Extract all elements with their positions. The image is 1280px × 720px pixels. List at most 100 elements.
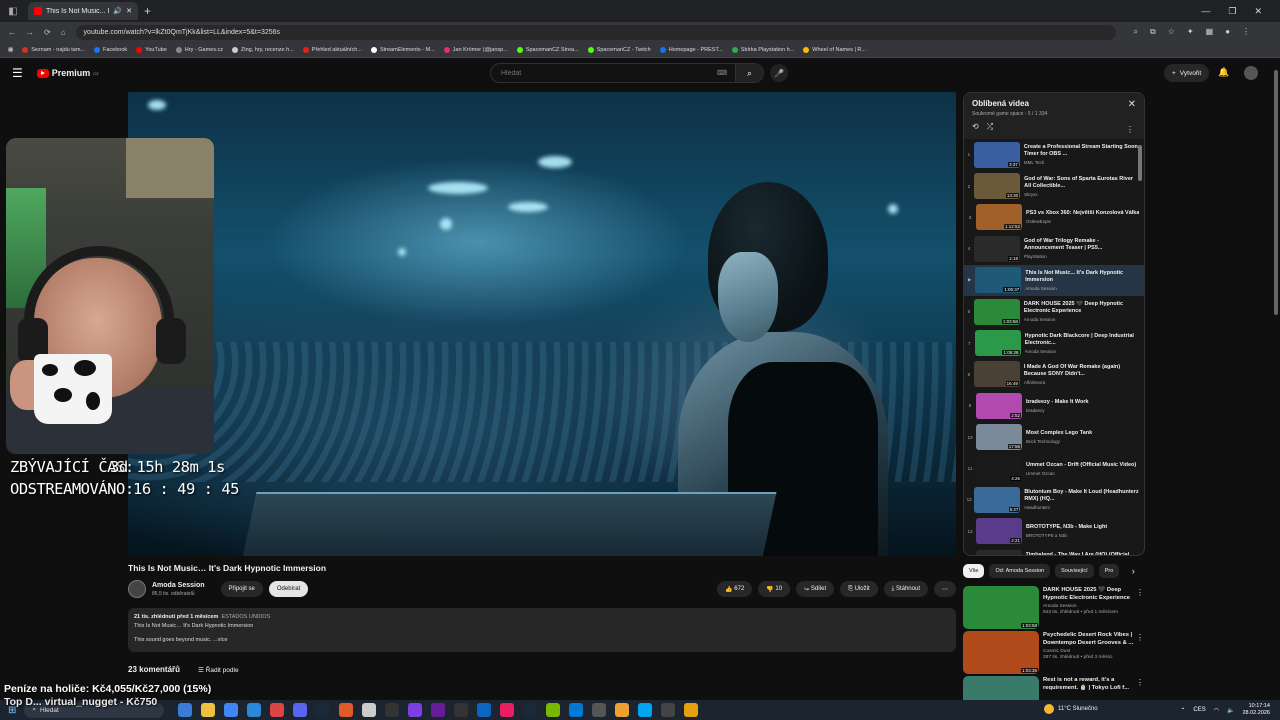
shuffle-icon[interactable]: ⤮: [987, 122, 993, 132]
taskbar-app-icon[interactable]: [362, 703, 377, 717]
home-icon[interactable]: ⌂: [61, 28, 66, 37]
sort-button[interactable]: ☰ Řadit podle: [198, 666, 239, 674]
bookmark-star-icon[interactable]: ☆: [1168, 27, 1175, 37]
playlist-item[interactable]: 3 1:12:52 PS3 vs Xbox 360: Největší Konzol…: [964, 202, 1144, 233]
taskbar-app-icon[interactable]: [592, 703, 607, 717]
like-button[interactable]: 👍 672: [717, 581, 753, 597]
playlist-title[interactable]: Oblíbená videa: [972, 99, 1136, 108]
address-bar[interactable]: youtube.com/watch?v=lkZt0QmTjKk&list=LL&…: [75, 24, 1116, 40]
dislike-button[interactable]: 👎 10: [758, 581, 791, 597]
taskbar-app-icon[interactable]: [385, 703, 400, 717]
zoom-icon[interactable]: ⌕: [1134, 27, 1138, 37]
taskbar-app-icon[interactable]: [454, 703, 469, 717]
taskbar-app-icon[interactable]: [339, 703, 354, 717]
playlist-item[interactable]: ▶ 1:06:37 This Is Not Music... It's Dark H…: [964, 264, 1144, 296]
related-more-icon[interactable]: ⋮: [1136, 633, 1144, 642]
chip-for-you[interactable]: Pro: [1098, 564, 1119, 578]
account-avatar[interactable]: [1244, 66, 1258, 80]
volume-icon[interactable]: 🔈: [1227, 707, 1234, 714]
related-video[interactable]: 1:03:35 Psychedelic Desert Rock Vibes | D…: [963, 631, 1148, 675]
playlist-item[interactable]: 7 1:05:28 Hypnotic Dark Blackcore | Deep I…: [964, 327, 1144, 358]
notifications-bell-icon[interactable]: 🔔: [1218, 67, 1229, 78]
playlist-item[interactable]: 9 2:52 bradeezy - Make It Work bradeezy: [964, 390, 1144, 421]
bookmark-item[interactable]: SpacemanCZ - Twitch: [587, 46, 651, 53]
playlist-scrollbar[interactable]: [1138, 145, 1142, 181]
playlist-item[interactable]: 13 2:21 BROTOTYPE, N3b - Make Light BROTOTY…: [964, 516, 1144, 547]
download-button[interactable]: ⤓ Stáhnout: [883, 581, 928, 597]
microphone-icon[interactable]: 🎤: [770, 64, 788, 82]
taskbar-app-icon[interactable]: [270, 703, 285, 717]
taskbar-app-icon[interactable]: [546, 703, 561, 717]
taskbar-app-icon[interactable]: [477, 703, 492, 717]
minimize-icon[interactable]: —: [1201, 6, 1210, 17]
related-more-icon[interactable]: ⋮: [1136, 678, 1144, 687]
new-tab-button[interactable]: +: [144, 4, 151, 18]
video-player[interactable]: [128, 92, 956, 556]
bookmark-item[interactable]: Přehled aktuálních...: [302, 46, 362, 53]
page-scrollbar[interactable]: [1274, 70, 1278, 315]
taskbar-app-icon[interactable]: [224, 703, 239, 717]
chip-from-channel[interactable]: Od: Amoda Session: [989, 564, 1051, 578]
browser-tab[interactable]: This Is Not Music... It's Dark 🔊 ✕: [28, 2, 138, 20]
taskbar-app-icon[interactable]: [500, 703, 515, 717]
playlist-item[interactable]: 6 1:03:58 DARK HOUSE 2025 🖤 Deep Hypnotic …: [964, 296, 1144, 327]
taskbar-app-icon[interactable]: [178, 703, 193, 717]
extension-icon[interactable]: ✦: [1187, 27, 1194, 37]
taskbar-app-icon[interactable]: [661, 703, 676, 717]
subscribe-button[interactable]: Odebírat: [268, 581, 309, 597]
bookmark-item[interactable]: Homepage - PREST...: [659, 46, 723, 53]
channel-name[interactable]: Amoda Session: [152, 582, 205, 589]
playlist-item[interactable]: 4 2:18 God of War Trilogy Remake - Announc…: [964, 233, 1144, 264]
related-video[interactable]: 1:03:58 DARK HOUSE 2025 🖤 Deep Hypnotic E…: [963, 586, 1148, 630]
chevron-right-icon[interactable]: ›: [1132, 566, 1135, 576]
audio-icon[interactable]: 🔊: [113, 7, 122, 15]
taskbar-app-icon[interactable]: [431, 703, 446, 717]
browser-menu-icon[interactable]: ⋮: [1242, 27, 1250, 37]
taskbar-app-icon[interactable]: [408, 703, 423, 717]
taskbar-app-icon[interactable]: [293, 703, 308, 717]
bookmark-item[interactable]: Seznam - najdu tam...: [22, 46, 85, 53]
playlist-item[interactable]: 8 16:49 I Made A God Of War Remake (again)…: [964, 359, 1144, 390]
tab-close-icon[interactable]: ✕: [126, 7, 132, 15]
search-button[interactable]: ⌕: [735, 64, 763, 82]
description-box[interactable]: 21 tis. zhlédnutí před 1 měsícem ESTADOS…: [128, 608, 956, 652]
playlist-item[interactable]: 12 5:27 Blutonium Boy - Make It Loud (Head…: [964, 484, 1144, 515]
create-button[interactable]: + Vytvořit: [1164, 64, 1210, 82]
taskbar-app-icon[interactable]: [615, 703, 630, 717]
playlist-item[interactable]: 10 17:56 Most Complex Lego Tank Brick Techn…: [964, 422, 1144, 453]
bookmark-item[interactable]: Zing, hry, recenze h...: [232, 46, 294, 53]
profile-icon[interactable]: ●: [1225, 27, 1230, 37]
loop-icon[interactable]: ⟲: [972, 122, 979, 132]
youtube-logo[interactable]: Premium CZ: [36, 68, 99, 78]
back-icon[interactable]: ←: [8, 28, 16, 37]
playlist-more-icon[interactable]: ⋮: [1126, 125, 1134, 134]
puzzle-icon[interactable]: ▦: [1206, 27, 1214, 37]
bookmark-item[interactable]: StreamElements - M...: [370, 46, 435, 53]
taskbar-app-icon[interactable]: [316, 703, 331, 717]
bookmark-item[interactable]: YouTube: [136, 46, 167, 53]
taskbar-clock[interactable]: 10:17:14 28.02.2026: [1242, 703, 1270, 717]
channel-avatar[interactable]: [128, 580, 146, 598]
playlist-item[interactable]: 2 13:30 God of War: Sons of Sparta Eurotas…: [964, 170, 1144, 201]
share-button[interactable]: ↪ Sdílet: [796, 581, 835, 597]
weather-widget[interactable]: 11°C Slunečno: [1044, 704, 1098, 714]
playlist-item[interactable]: 14Timbaland - The Way I Are (HQ) (Offici…: [964, 547, 1144, 555]
taskbar-app-icon[interactable]: [684, 703, 699, 717]
bookmark-item[interactable]: Jan Krömer (@jansp...: [443, 46, 508, 53]
bookmark-item[interactable]: SpacemanCZ Strea...: [516, 46, 579, 53]
related-more-icon[interactable]: ⋮: [1136, 588, 1144, 597]
video-location[interactable]: ESTADOS UNIDOS: [221, 614, 270, 620]
maximize-icon[interactable]: ❐: [1228, 6, 1236, 17]
save-button[interactable]: ⎘ Uložit: [840, 581, 878, 597]
wifi-icon[interactable]: ◠: [1214, 707, 1219, 714]
taskbar-app-icon[interactable]: [638, 703, 653, 717]
language-indicator[interactable]: CES: [1193, 707, 1205, 713]
keyboard-icon[interactable]: ⌨: [717, 69, 727, 77]
forward-icon[interactable]: →: [26, 28, 34, 37]
close-window-icon[interactable]: ✕: [1254, 6, 1262, 17]
search-input[interactable]: [491, 69, 717, 77]
tab-actions-icon[interactable]: ◧: [4, 2, 22, 20]
taskbar-app-icon[interactable]: [523, 703, 538, 717]
taskbar-app-icon[interactable]: [569, 703, 584, 717]
bookmark-item[interactable]: Facebook: [94, 46, 127, 53]
